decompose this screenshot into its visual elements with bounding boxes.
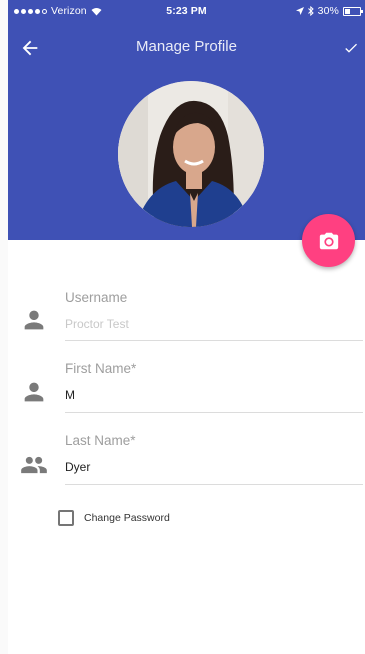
location-arrow-icon: [295, 7, 304, 15]
change-password-row[interactable]: Change Password: [58, 510, 170, 526]
profile-header: Verizon 5:23 PM 30% Manage Profile: [8, 0, 365, 240]
username-underline: [65, 340, 363, 341]
change-password-label: Change Password: [84, 512, 170, 524]
page-title: Manage Profile: [136, 38, 237, 55]
profile-photo: [118, 81, 264, 227]
status-right: 30%: [295, 5, 363, 17]
save-button[interactable]: [339, 34, 363, 62]
toolbar: Manage Profile: [8, 28, 365, 68]
status-bar: Verizon 5:23 PM 30%: [8, 0, 365, 22]
battery-icon: [343, 6, 363, 16]
change-password-checkbox[interactable]: [58, 510, 74, 526]
change-photo-button[interactable]: [302, 214, 355, 267]
username-label: Username: [65, 290, 128, 305]
first-name-field[interactable]: M: [65, 388, 75, 402]
username-field[interactable]: Proctor Test: [65, 317, 129, 331]
app-screen: Verizon 5:23 PM 30% Manage Profile Usern…: [8, 0, 365, 654]
person-icon: [24, 382, 44, 402]
first-name-underline: [65, 412, 363, 413]
last-name-field[interactable]: Dyer: [65, 460, 90, 474]
person-icon: [24, 310, 44, 330]
bluetooth-icon: [307, 6, 314, 16]
battery-percent: 30%: [317, 5, 339, 17]
last-name-label: Last Name*: [65, 433, 136, 448]
people-icon: [21, 456, 47, 474]
check-icon: [345, 43, 357, 53]
avatar: [118, 81, 264, 227]
camera-icon: [319, 232, 338, 249]
last-name-underline: [65, 484, 363, 485]
first-name-label: First Name*: [65, 361, 137, 376]
frame-edge: [0, 0, 8, 654]
